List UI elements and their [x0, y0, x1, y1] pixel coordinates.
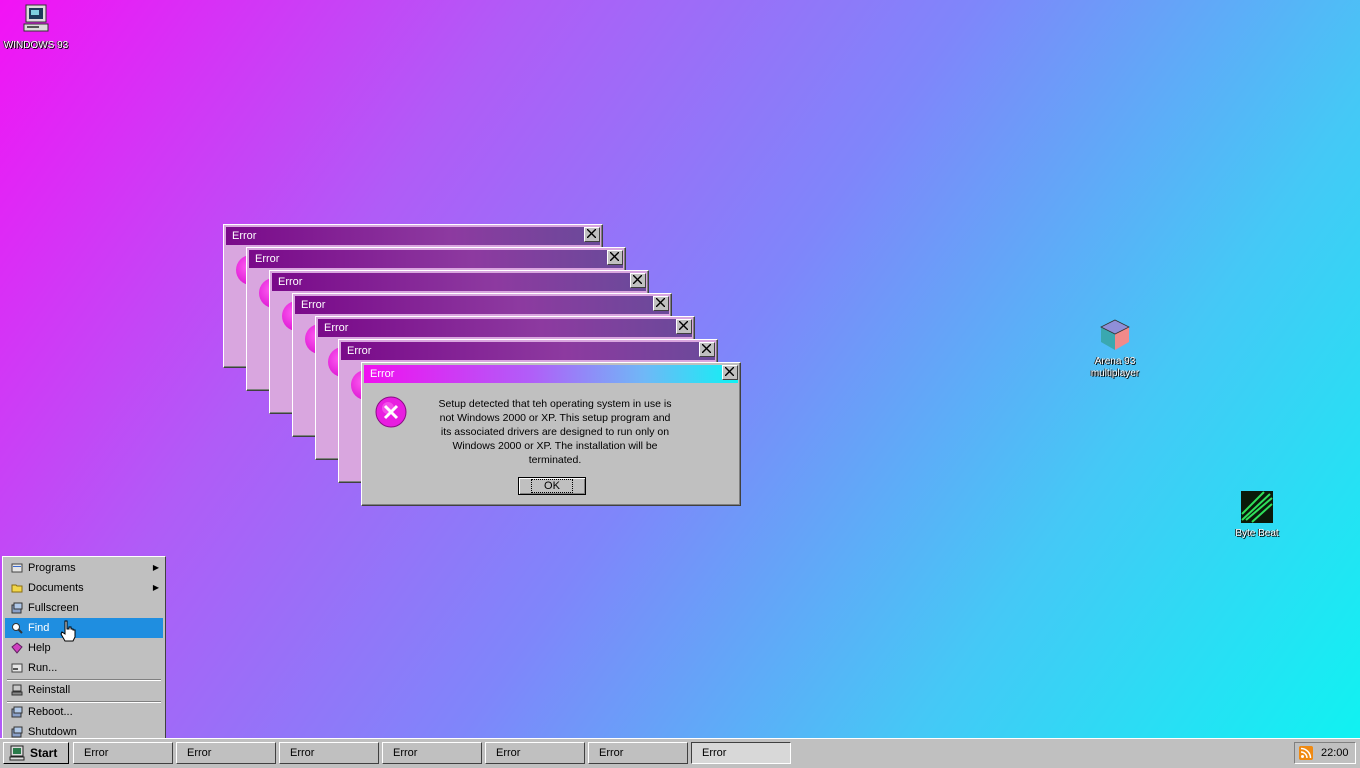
taskbar-button[interactable]: Error [588, 742, 688, 764]
reboot-icon [11, 706, 23, 718]
error-message: Setup detected that teh operating system… [438, 398, 672, 466]
menu-item-label: Programs [28, 562, 76, 574]
close-icon [702, 344, 711, 353]
window-title: Error [295, 296, 669, 314]
taskbar-button[interactable]: Error [691, 742, 791, 764]
menu-item-label: Find [28, 622, 50, 634]
close-button[interactable] [584, 227, 600, 242]
system-tray: 22:00 [1294, 742, 1356, 764]
shutdown-icon [11, 726, 23, 738]
desktop-icon-label: Byte Beat [1235, 528, 1279, 539]
cube-icon [1100, 319, 1130, 350]
run-icon [11, 663, 23, 673]
reinstall-icon [11, 684, 23, 696]
menu-item-label: Help [28, 642, 51, 654]
desktop-icon-bytebeat[interactable]: Byte Beat [1212, 490, 1302, 540]
menu-item-programs[interactable]: Programs ▶ [5, 558, 163, 578]
menu-item-label: Fullscreen [28, 602, 79, 614]
submenu-arrow-icon: ▶ [152, 563, 159, 572]
close-button[interactable] [676, 319, 692, 334]
menu-item-label: Reboot... [28, 706, 73, 718]
taskbar-button[interactable]: Error [485, 742, 585, 764]
close-icon [610, 252, 619, 261]
programs-icon [11, 563, 23, 573]
window-title: Error [226, 227, 600, 245]
close-icon [587, 229, 596, 238]
close-icon [725, 367, 734, 376]
error-icon [375, 396, 407, 428]
menu-item-run[interactable]: Run... [5, 658, 163, 678]
error-dialog[interactable]: Error Setup detected that teh operating … [361, 362, 741, 506]
taskbar-button[interactable]: Error [73, 742, 173, 764]
menu-item-reboot[interactable]: Reboot... [5, 702, 163, 722]
start-button-label: Start [30, 746, 58, 760]
computer-icon [23, 4, 49, 32]
close-button[interactable] [699, 342, 715, 357]
fullscreen-icon [11, 602, 23, 614]
find-icon [12, 623, 23, 634]
window-title: Error [364, 365, 738, 383]
close-button[interactable] [722, 365, 738, 380]
rss-icon[interactable] [1299, 746, 1313, 760]
start-logo-icon [9, 745, 25, 761]
window-title: Error [249, 250, 623, 268]
window-title: Error [272, 273, 646, 291]
taskbar: Start Error Error Error Error Error Erro… [0, 738, 1360, 768]
hand-cursor-icon [60, 620, 76, 642]
submenu-arrow-icon: ▶ [152, 583, 159, 592]
taskbar-button[interactable]: Error [279, 742, 379, 764]
start-button[interactable]: Start [3, 742, 69, 764]
menu-item-documents[interactable]: Documents ▶ [5, 578, 163, 598]
close-icon [633, 275, 642, 284]
close-icon [656, 298, 665, 307]
ok-button-label: OK [531, 479, 573, 493]
taskbar-button[interactable]: Error [176, 742, 276, 764]
menu-item-fullscreen[interactable]: Fullscreen [5, 598, 163, 618]
documents-icon [11, 584, 23, 593]
desktop-icon-windows93[interactable]: WINDOWS 93 [0, 4, 81, 52]
menu-item-reinstall[interactable]: Reinstall [5, 680, 163, 700]
desktop: WINDOWS 93 Arena 93 multiplayer Byte Bea… [0, 0, 1360, 742]
bytebeat-icon [1241, 491, 1273, 523]
desktop-icon-label: Arena 93 multiplayer [1090, 356, 1140, 379]
close-button[interactable] [653, 296, 669, 311]
close-button[interactable] [607, 250, 623, 265]
menu-item-help[interactable]: Help [5, 638, 163, 658]
start-menu: Programs ▶ Documents ▶ Fullscreen Find H… [2, 556, 166, 742]
menu-item-label: Run... [28, 662, 58, 674]
close-icon [679, 321, 688, 330]
desktop-icon-arena93[interactable]: Arena 93 multiplayer [1070, 306, 1160, 392]
taskbar-button[interactable]: Error [382, 742, 482, 764]
close-button[interactable] [630, 273, 646, 288]
window-title: Error [341, 342, 715, 360]
menu-item-label: Documents [28, 582, 84, 594]
desktop-icon-label: WINDOWS 93 [3, 40, 69, 51]
menu-item-label: Reinstall [28, 684, 71, 696]
menu-item-find[interactable]: Find [5, 618, 163, 638]
help-icon [11, 642, 23, 654]
ok-button[interactable]: OK [518, 477, 586, 495]
clock: 22:00 [1321, 747, 1349, 759]
window-title: Error [318, 319, 692, 337]
